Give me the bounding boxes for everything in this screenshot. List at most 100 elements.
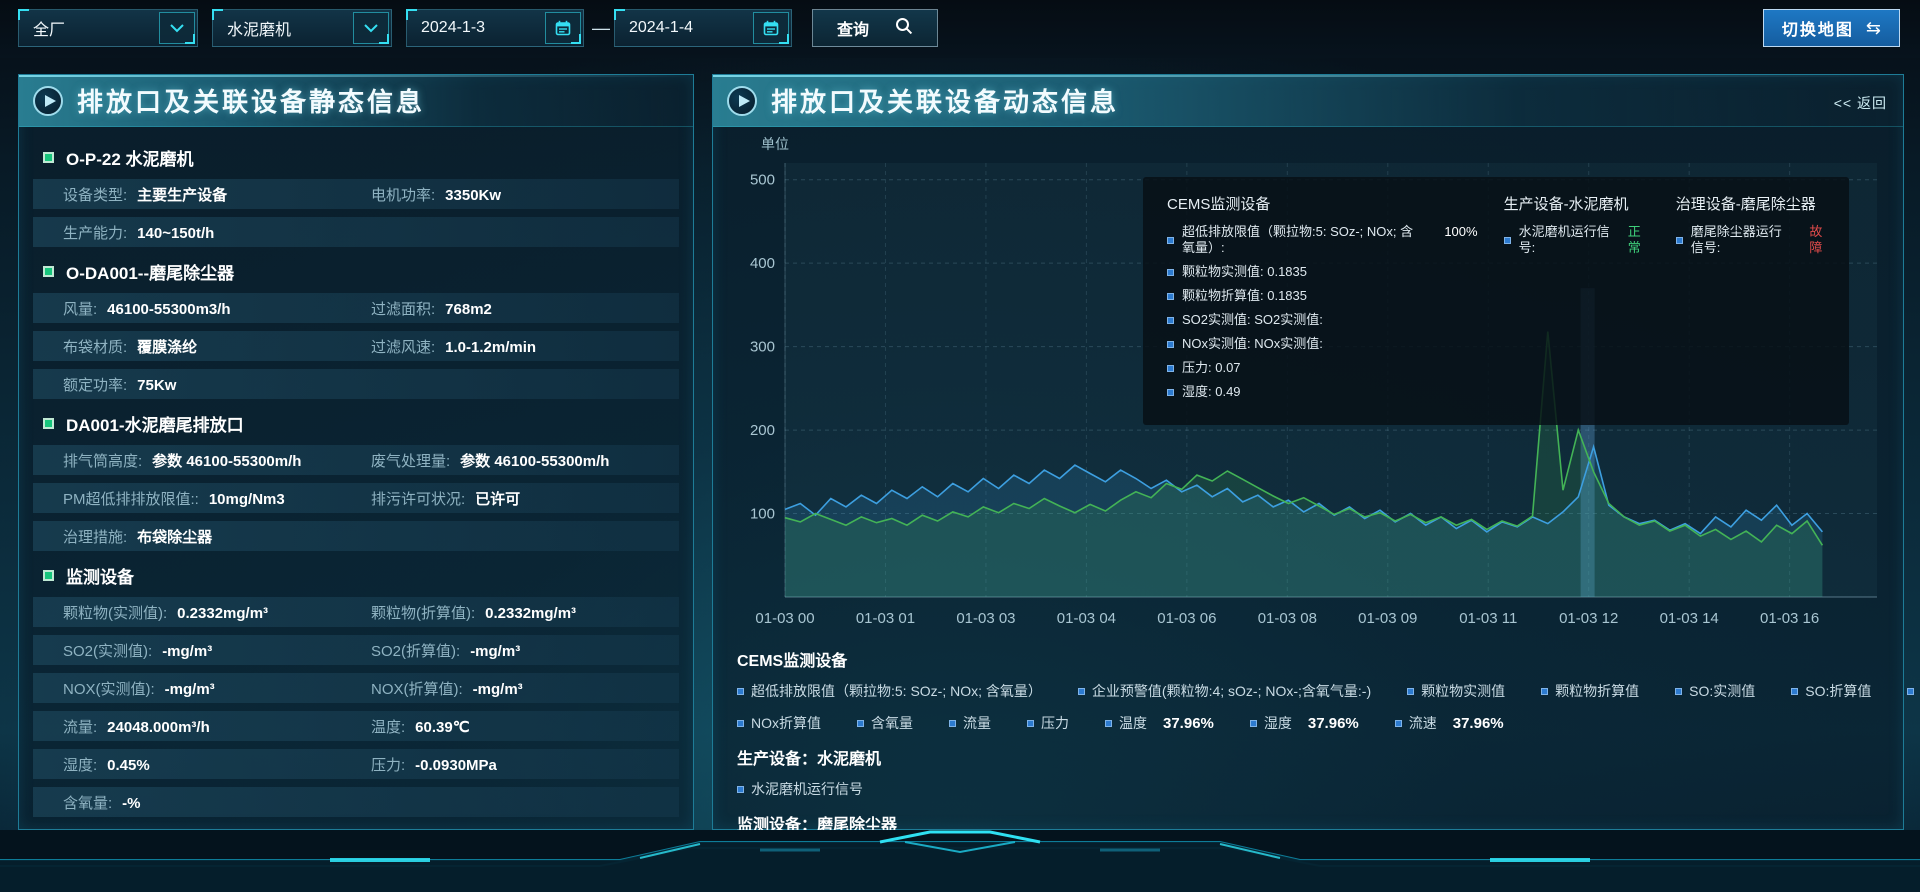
legend-item-label: 超低排放限值（颗拉物:5: SOz-; NOx; 含氧量） [751, 681, 1042, 701]
field-label: 湿度: [63, 754, 97, 775]
legend-item[interactable]: 超低排放限值（颗拉物:5: SOz-; NOx; 含氧量） [737, 681, 1042, 701]
field-label: NOX(折算值): [371, 678, 463, 699]
dynamic-panel-title: 排放口及关联设备动态信息 [771, 82, 1119, 119]
legend-item-label: 水泥磨机运行信号 [751, 779, 863, 799]
field-label: 颗粒物(折算值): [371, 602, 475, 623]
search-icon [895, 17, 913, 40]
query-button-label: 查询 [837, 16, 869, 40]
info-cell: 过滤风速:1.0-1.2m/min [371, 336, 679, 357]
legend-item[interactable]: NOx实测值 [1907, 681, 1920, 701]
info-row: PM超低排排放限值::10mg/Nm3排污许可状况:已许可 [33, 483, 679, 513]
chevron-down-icon[interactable] [353, 12, 389, 44]
line-chart[interactable]: 10020030040050001-03 0001-03 0101-03 030… [723, 133, 1893, 633]
legend-item-label: 颗粒物折算值 [1555, 681, 1639, 701]
date-to-input[interactable]: 2024-1-4 [614, 9, 792, 47]
legend-item[interactable]: 颗粒物折算值 [1541, 681, 1639, 701]
legend-item[interactable]: 流速37.96% [1395, 713, 1504, 733]
field-label: 含氧量: [63, 792, 112, 813]
legend-item[interactable]: 湿度37.96% [1250, 713, 1359, 733]
static-info-panel: 排放口及关联设备静态信息 O-P-22 水泥磨机设备类型:主要生产设备电机功率:… [18, 74, 694, 830]
field-label: 风量: [63, 298, 97, 319]
info-row: 布袋材质:覆膜涤纶过滤风速:1.0-1.2m/min [33, 331, 679, 361]
legend-item[interactable]: 水泥磨机运行信号 [737, 779, 863, 799]
legend-item-label: SO:折算值 [1805, 681, 1871, 701]
svg-text:200: 200 [750, 422, 775, 439]
section-title-text: O-DA001--磨尾除尘器 [66, 259, 234, 284]
section-title: 监测设备 [33, 559, 679, 591]
field-label: 温度: [371, 716, 405, 737]
svg-text:01-03 03: 01-03 03 [956, 610, 1015, 627]
field-value: 布袋除尘器 [137, 526, 212, 547]
info-cell: 布袋材质:覆膜涤纶 [63, 336, 371, 357]
dynamic-info-panel: 排放口及关联设备动态信息 << 返回 10020030040050001-03 … [712, 74, 1904, 830]
field-label: 电机功率: [371, 184, 435, 205]
info-cell: PM超低排排放限值::10mg/Nm3 [63, 488, 371, 509]
section-title: DA001-水泥磨尾排放口 [33, 407, 679, 439]
back-link[interactable]: << 返回 [1834, 93, 1887, 113]
switch-arrows-icon: ⇆ [1866, 18, 1881, 39]
trend-chart-area[interactable]: 10020030040050001-03 0001-03 0101-03 030… [723, 133, 1893, 633]
legend-row: 水泥磨机运行信号 [737, 779, 1903, 799]
device-select[interactable]: 水泥磨机 [212, 9, 392, 47]
plant-select[interactable]: 全厂 [18, 9, 198, 47]
field-value: 0.45% [107, 757, 150, 774]
date-range-separator: — [592, 9, 610, 47]
chevron-down-icon[interactable] [159, 12, 195, 44]
static-info-list: O-P-22 水泥磨机设备类型:主要生产设备电机功率:3350Kw生产能力:14… [19, 127, 693, 817]
legend-item-label: 流量 [963, 713, 991, 733]
legend-item[interactable]: SO:折算值 [1791, 681, 1871, 701]
dynamic-panel-header: 排放口及关联设备动态信息 [713, 75, 1903, 127]
legend-item[interactable]: SO:实测值 [1675, 681, 1755, 701]
info-row: 排气筒高度:参数 46100-55300m/h废气处理量:参数 46100-55… [33, 445, 679, 475]
green-square-bullet [43, 152, 54, 163]
info-cell: 排污许可状况:已许可 [371, 488, 679, 509]
section-title-text: O-P-22 水泥磨机 [66, 145, 194, 170]
info-row: 流量:24048.000m³/h温度:60.39℃ [33, 711, 679, 741]
info-cell: 废气处理量:参数 46100-55300m/h [371, 450, 679, 471]
date-from-input[interactable]: 2024-1-3 [406, 9, 584, 47]
blue-square-bullet [1250, 720, 1257, 727]
info-cell: SO2(折算值):-mg/m³ [371, 640, 679, 661]
blue-square-bullet [1541, 688, 1548, 695]
field-value: 60.39℃ [415, 718, 469, 736]
field-label: 过滤风速: [371, 336, 435, 357]
legend-item-label: 流速 [1409, 713, 1437, 733]
query-button[interactable]: 查询 [812, 9, 938, 47]
info-cell: 风量: 46100-55300m3/h [63, 298, 371, 319]
legend-item[interactable]: 温度37.96% [1105, 713, 1214, 733]
blue-square-bullet [737, 786, 744, 793]
info-cell: SO2(实测值):-mg/m³ [63, 640, 371, 661]
switch-map-button[interactable]: 切换地图 ⇆ [1763, 9, 1900, 47]
info-cell: NOX(实测值):-mg/m³ [63, 678, 371, 699]
legend-item[interactable]: 压力 [1027, 713, 1069, 733]
info-row: 含氧量:-% [33, 787, 679, 817]
field-value: 46100-55300m3/h [107, 301, 230, 318]
info-cell: 颗粒物(折算值):0.2332mg/m³ [371, 602, 679, 623]
info-row: 颗粒物(实测值):0.2332mg/m³颗粒物(折算值):0.2332mg/m³ [33, 597, 679, 627]
legend-item[interactable]: 流量 [949, 713, 991, 733]
field-label: 压力: [371, 754, 405, 775]
section-title: O-P-22 水泥磨机 [33, 141, 679, 173]
section-title-text: DA001-水泥磨尾排放口 [66, 411, 244, 436]
legend-item[interactable]: 企业预警值(颗粒物:4; sOz-; NOx-;含氧气量:-) [1078, 681, 1371, 701]
info-cell: 过滤面积:768m2 [371, 298, 679, 319]
field-label: SO2(折算值): [371, 640, 460, 661]
field-value: 主要生产设备 [137, 184, 227, 205]
field-value: 0.2332mg/m³ [177, 605, 268, 622]
legend-item[interactable]: NOx折算值 [737, 713, 821, 733]
info-row: 风量: 46100-55300m3/h 过滤面积:768m2 [33, 293, 679, 323]
calendar-icon[interactable] [545, 12, 581, 44]
legend-item[interactable]: 颗粒物实测值 [1407, 681, 1505, 701]
calendar-icon[interactable] [753, 12, 789, 44]
field-label: 排污许可状况: [371, 488, 465, 509]
field-label: 设备类型: [63, 184, 127, 205]
blue-square-bullet [1105, 720, 1112, 727]
date-to-value: 2024-1-4 [629, 19, 745, 37]
info-row: 治理措施:布袋除尘器 [33, 521, 679, 551]
svg-text:500: 500 [750, 172, 775, 189]
info-cell: 设备类型: 主要生产设备 [63, 184, 371, 205]
svg-text:100: 100 [750, 506, 775, 523]
field-value: -mg/m³ [473, 681, 523, 698]
legend-item[interactable]: 含氧量 [857, 713, 913, 733]
svg-text:01-03 00: 01-03 00 [755, 610, 814, 627]
